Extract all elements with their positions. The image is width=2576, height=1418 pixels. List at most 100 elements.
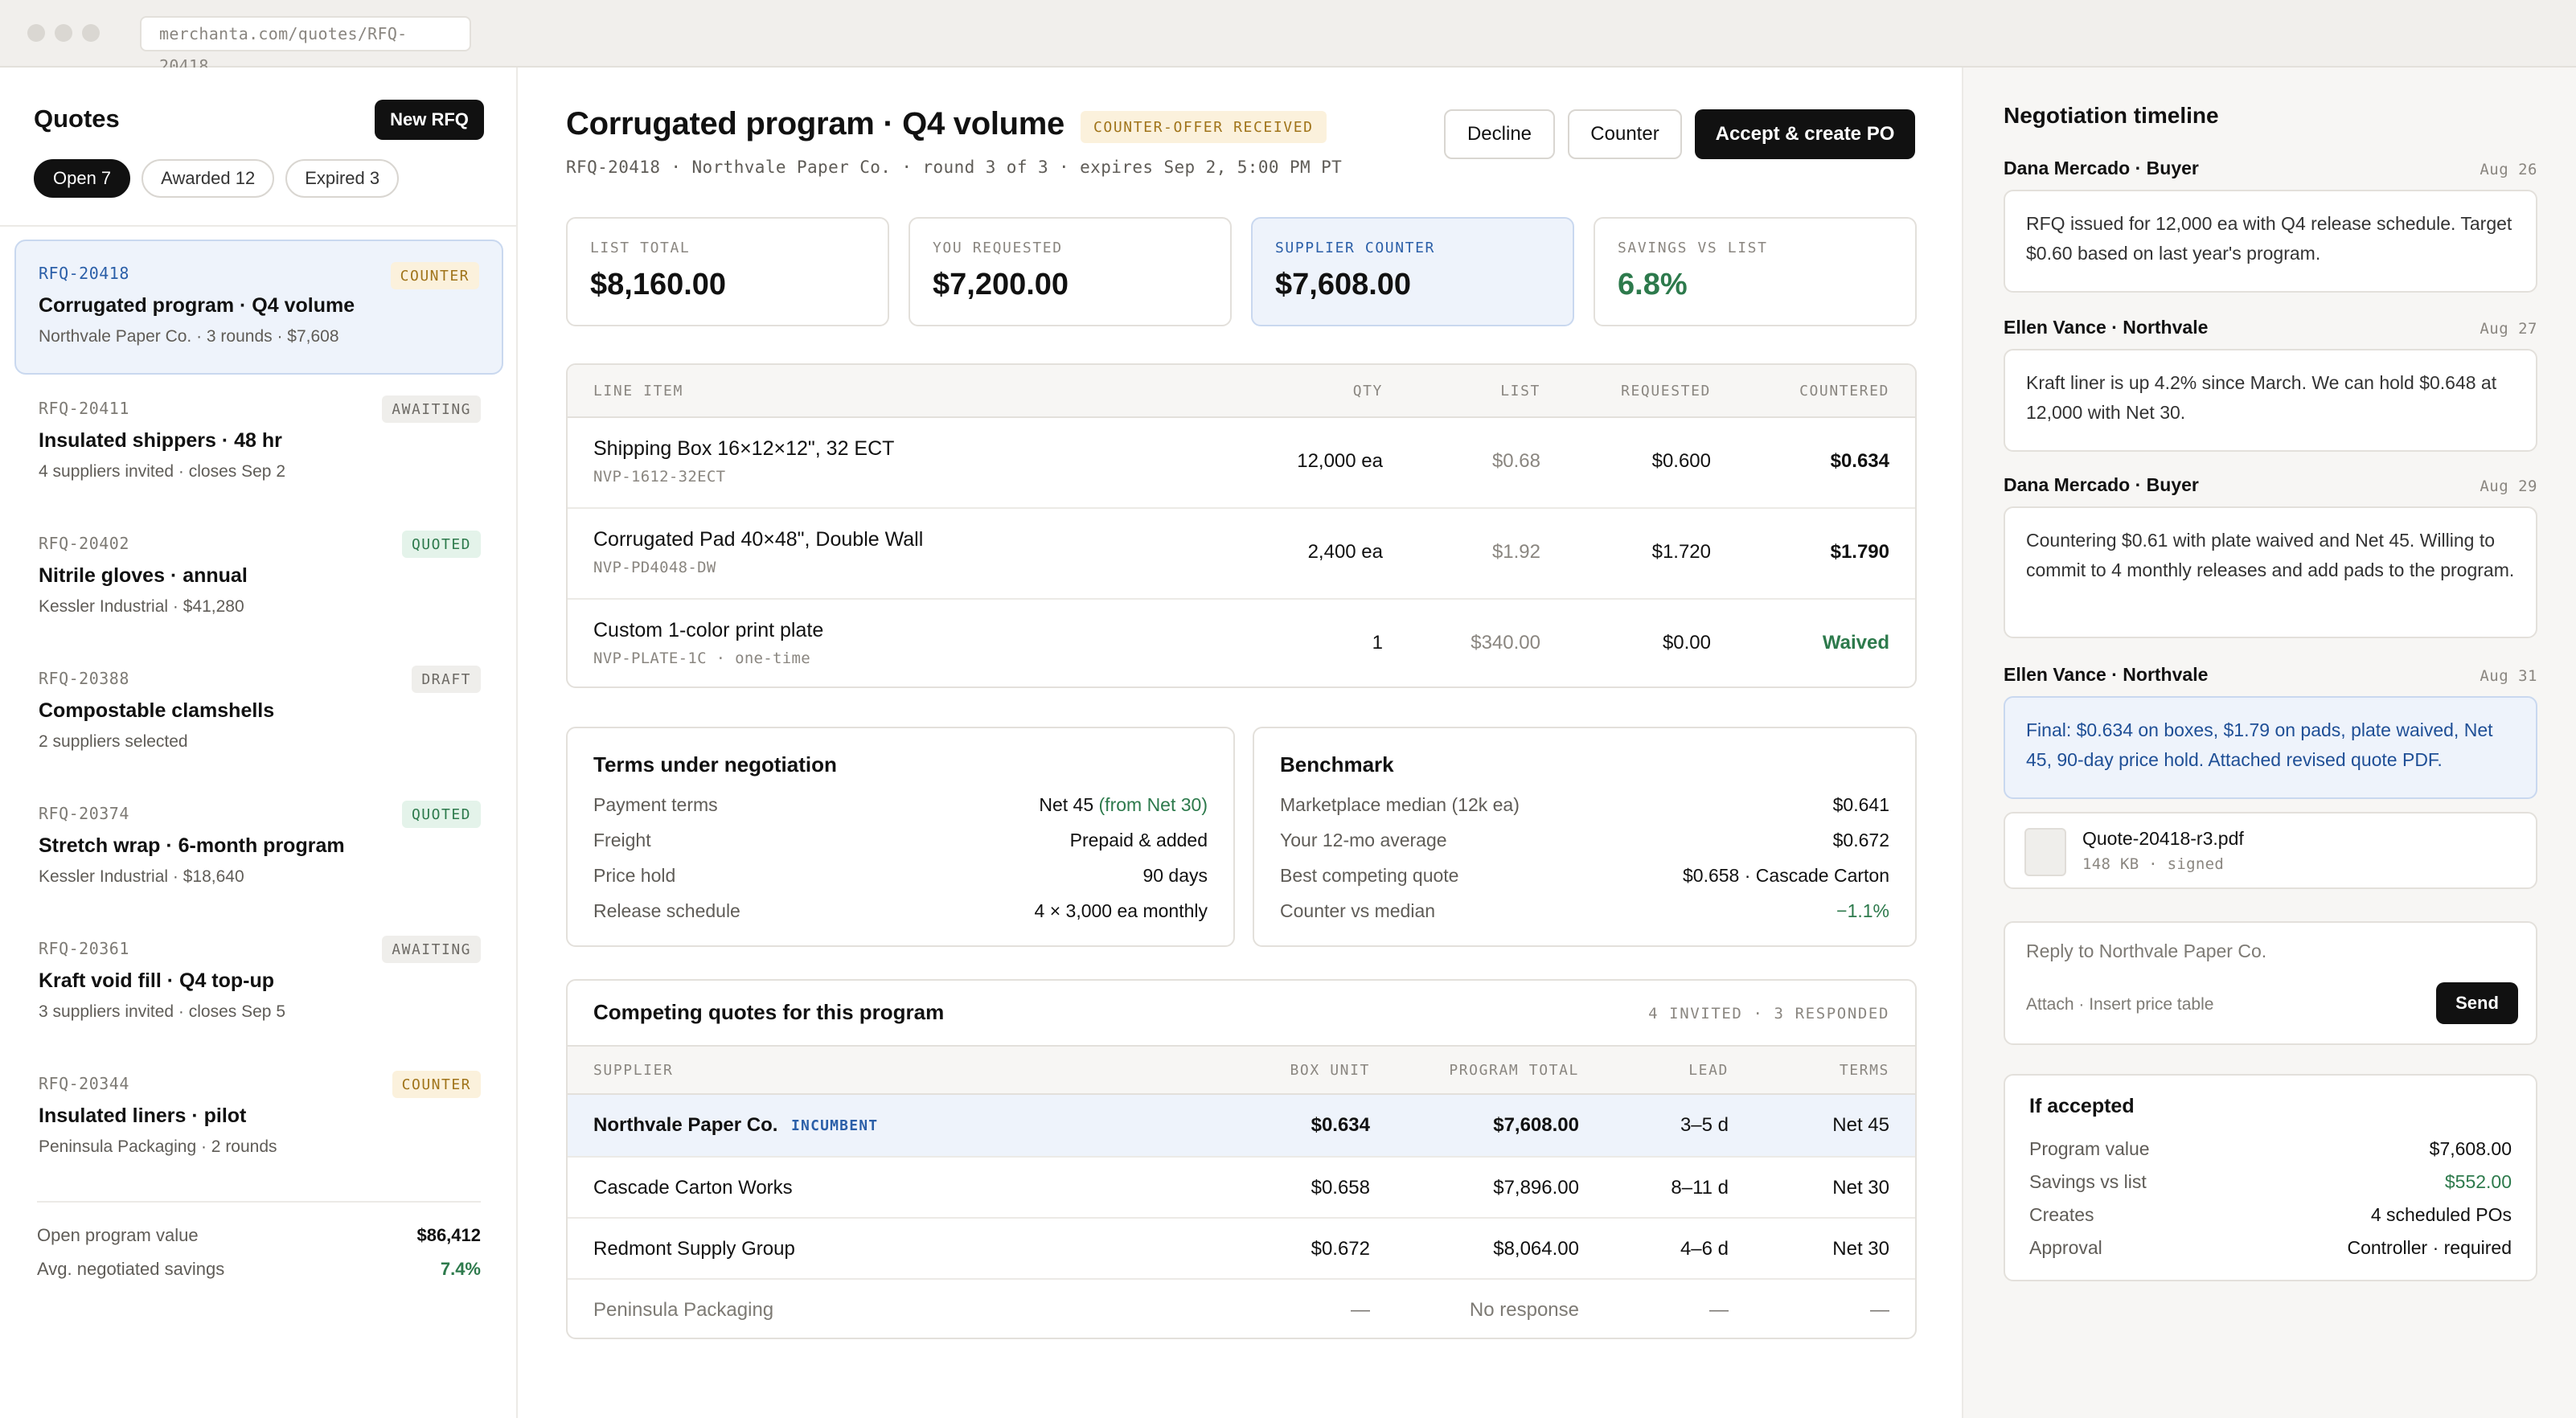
quote-list: RFQ-20418 Corrugated program · Q4 volume…	[14, 240, 503, 1185]
term-label: Payment terms	[593, 794, 718, 815]
new-rfq-button[interactable]: New RFQ	[375, 100, 484, 140]
benchmark-label: Counter vs median	[1280, 900, 1436, 921]
attachment[interactable]: Quote-20418-r3.pdf 148 KB · signed	[2004, 812, 2537, 889]
line-item-countered: Waived	[1822, 632, 1889, 654]
stat-list-total: LIST TOTAL $8,160.00	[566, 217, 889, 326]
decline-button[interactable]: Decline	[1444, 109, 1555, 159]
quote-meta: 4 suppliers invited · closes Sep 2	[39, 462, 285, 481]
reply-box: Attach · Insert price table Send	[2004, 921, 2537, 1045]
competing-row[interactable]: Cascade Carton Works $0.658 $7,896.00 8–…	[568, 1158, 1915, 1219]
terms: —	[1870, 1299, 1889, 1321]
counter-button[interactable]: Counter	[1568, 109, 1682, 159]
col-requested: REQUESTED	[1621, 383, 1711, 400]
quote-item-rfq-20402[interactable]: RFQ-20402 Nitrile gloves · annual Kessle…	[14, 510, 503, 645]
line-item-requested: $0.00	[1662, 632, 1711, 654]
lead-time: 4–6 d	[1680, 1238, 1729, 1260]
summary-avg-savings: Avg. negotiated savings 7.4%	[37, 1259, 481, 1280]
stat-value: 6.8%	[1618, 268, 1688, 301]
competing-meta: 4 INVITED · 3 RESPONDED	[1648, 1005, 1889, 1023]
lead-time: 3–5 d	[1680, 1114, 1729, 1136]
sidebar-title: Quotes	[34, 105, 120, 133]
page-title: Corrugated program · Q4 volume	[566, 106, 1064, 141]
if-accepted-value: 4 scheduled POs	[2370, 1204, 2512, 1225]
filter-expired[interactable]: Expired 3	[285, 159, 400, 198]
stat-value: $7,608.00	[1275, 268, 1412, 301]
supplier-name: Northvale Paper Co.	[593, 1114, 778, 1136]
if-accepted-title: If accepted	[2029, 1095, 2135, 1117]
timeline-message: Countering $0.61 with plate waived and N…	[2004, 506, 2537, 638]
quote-item-rfq-20418[interactable]: RFQ-20418 Corrugated program · Q4 volume…	[14, 240, 503, 375]
line-item-sku: NVP-PLATE-1C · one-time	[593, 650, 810, 667]
if-accepted-row: Program value $7,608.00	[2029, 1138, 2512, 1160]
summary-value: 7.4%	[440, 1259, 481, 1279]
box-unit: —	[1351, 1299, 1370, 1321]
window-minimize-dot[interactable]	[55, 24, 72, 42]
timeline-entry-header: Dana Mercado · Buyer Aug 26	[2004, 158, 2537, 179]
quote-title: Insulated liners · pilot	[39, 1104, 247, 1127]
lead-time: 8–11 d	[1671, 1177, 1729, 1199]
line-item-requested: $1.720	[1651, 541, 1711, 563]
timeline-title: Negotiation timeline	[2004, 103, 2219, 128]
line-item-countered: $0.634	[1830, 450, 1889, 472]
competing-row-incumbent[interactable]: Northvale Paper Co. INCUMBENT $0.634 $7,…	[568, 1095, 1915, 1158]
benchmark-row: Marketplace median (12k ea) $0.641	[1280, 794, 1889, 816]
attachment-meta: 148 KB · signed	[2082, 855, 2225, 873]
quote-title: Nitrile gloves · annual	[39, 564, 248, 587]
competing-row[interactable]: Redmont Supply Group $0.672 $8,064.00 4–…	[568, 1219, 1915, 1280]
stat-supplier-counter: SUPPLIER COUNTER $7,608.00	[1251, 217, 1574, 326]
if-accepted-label: Savings vs list	[2029, 1171, 2147, 1192]
line-item-qty: 12,000 ea	[1297, 450, 1383, 472]
terms-row-release: Release schedule 4 × 3,000 ea monthly	[593, 900, 1208, 922]
status-badge: AWAITING	[382, 395, 481, 423]
accept-create-po-button[interactable]: Accept & create PO	[1695, 109, 1915, 159]
timeline-entry-header: Ellen Vance · Northvale Aug 27	[2004, 317, 2537, 338]
line-item-name: Corrugated Pad 40×48", Double Wall	[593, 528, 924, 551]
quote-meta: 3 suppliers invited · closes Sep 5	[39, 1002, 285, 1021]
table-row[interactable]: Corrugated Pad 40×48", Double Wall NVP-P…	[568, 509, 1915, 600]
stat-label: LIST TOTAL	[590, 240, 691, 256]
table-row[interactable]: Custom 1-color print plate NVP-PLATE-1C …	[568, 600, 1915, 686]
timeline-message: Kraft liner is up 4.2% since March. We c…	[2004, 349, 2537, 452]
reply-input[interactable]	[2026, 941, 2428, 962]
summary-label: Open program value	[37, 1225, 199, 1245]
quote-title: Compostable clamshells	[39, 699, 275, 722]
filter-awarded[interactable]: Awarded 12	[142, 159, 275, 198]
if-accepted-row: Savings vs list $552.00	[2029, 1171, 2512, 1193]
supplier-name: Redmont Supply Group	[593, 1238, 795, 1260]
quote-meta: Peninsula Packaging · 2 rounds	[39, 1137, 277, 1156]
send-button[interactable]: Send	[2436, 982, 2518, 1024]
term-value: 4 × 3,000 ea monthly	[1034, 900, 1208, 921]
payment-terms-note: (from Net 30)	[1098, 794, 1208, 815]
stat-you-requested: YOU REQUESTED $7,200.00	[909, 217, 1232, 326]
address-bar[interactable]: merchanta.com/quotes/RFQ-20418	[140, 16, 471, 76]
terms-card: Terms under negotiation Payment terms Ne…	[566, 727, 1235, 947]
quote-item-rfq-20361[interactable]: RFQ-20361 Kraft void fill · Q4 top-up 3 …	[14, 915, 503, 1050]
incumbent-tag: INCUMBENT	[791, 1117, 879, 1134]
competing-header: SUPPLIER BOX UNIT PROGRAM TOTAL LEAD TER…	[568, 1045, 1915, 1095]
quote-meta: Northvale Paper Co. · 3 rounds · $7,608	[39, 327, 339, 346]
quote-item-rfq-20388[interactable]: RFQ-20388 Compostable clamshells 2 suppl…	[14, 645, 503, 780]
quotes-sidebar: Quotes New RFQ Open 7 Awarded 12 Expired…	[0, 68, 518, 1418]
line-item-sku: NVP-PD4048-DW	[593, 559, 716, 576]
quote-item-rfq-20374[interactable]: RFQ-20374 Stretch wrap · 6-month program…	[14, 780, 503, 915]
reply-tools[interactable]: Attach · Insert price table	[2026, 995, 2213, 1014]
timeline-entry-header: Ellen Vance · Northvale Aug 31	[2004, 664, 2537, 686]
if-accepted-value: Controller · required	[2347, 1237, 2512, 1258]
box-unit: $0.658	[1311, 1177, 1370, 1199]
filter-open[interactable]: Open 7	[34, 159, 131, 198]
quote-item-rfq-20344[interactable]: RFQ-20344 Insulated liners · pilot Penin…	[14, 1050, 503, 1185]
window-maximize-dot[interactable]	[82, 24, 100, 42]
line-item-countered: $1.790	[1830, 541, 1889, 563]
quote-item-rfq-20411[interactable]: RFQ-20411 Insulated shippers · 48 hr 4 s…	[14, 375, 503, 510]
timeline-date: Aug 29	[2480, 477, 2537, 495]
competing-row[interactable]: Peninsula Packaging — No response — —	[568, 1280, 1915, 1338]
timeline-entry-header: Dana Mercado · Buyer Aug 29	[2004, 474, 2537, 496]
window-close-dot[interactable]	[27, 24, 45, 42]
competing-title: Competing quotes for this program	[593, 1000, 945, 1024]
if-accepted-label: Approval	[2029, 1237, 2102, 1258]
term-label: Freight	[593, 830, 651, 850]
program-total: $8,064.00	[1493, 1238, 1579, 1260]
status-badge: COUNTER	[390, 262, 479, 289]
program-total: $7,608.00	[1493, 1114, 1579, 1136]
table-row[interactable]: Shipping Box 16×12×12", 32 ECT NVP-1612-…	[568, 418, 1915, 509]
